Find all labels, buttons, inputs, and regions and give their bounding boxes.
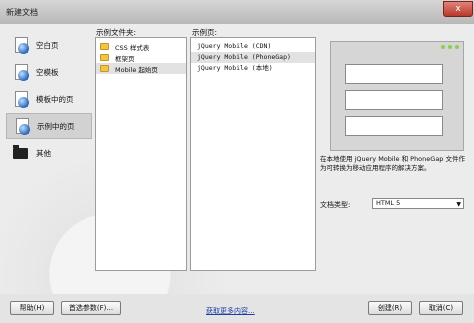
sidebar-item-label: 空白页 <box>36 40 59 50</box>
sidebar-item-label: 示例中的页 <box>37 121 75 131</box>
folder-icon <box>100 54 109 61</box>
folder-label: Mobile 起始页 <box>115 65 158 74</box>
get-more-content-link[interactable]: 获取更多内容... <box>206 306 255 316</box>
sidebar-item-blank-template[interactable]: 空模板 <box>6 59 92 85</box>
dialog-body: 空白页 空模板 模板中的页 示例中的页 其他 示例文件夹: CSS 样式表 框架… <box>0 24 474 294</box>
folder-icon <box>100 43 109 50</box>
help-button[interactable]: 帮助(H) <box>10 301 54 315</box>
folder-label: CSS 样式表 <box>115 43 150 52</box>
page-item-cdn[interactable]: jQuery Mobile (CDN) <box>191 41 315 52</box>
preview-window-controls <box>441 45 459 49</box>
cancel-button[interactable]: 取消(C) <box>419 301 463 315</box>
chevron-down-icon: ▼ <box>456 201 461 208</box>
folder-item-frames[interactable]: 框架页 <box>96 52 186 63</box>
preview-block <box>345 64 443 84</box>
sidebar-item-other[interactable]: 其他 <box>6 140 92 166</box>
layout-preview <box>330 41 464 151</box>
sample-folder-list: CSS 样式表 框架页 Mobile 起始页 <box>95 37 187 271</box>
blank-template-icon <box>12 63 30 81</box>
close-icon: x <box>455 4 461 14</box>
sidebar-item-label: 其他 <box>36 148 51 158</box>
close-button[interactable]: x <box>443 1 473 17</box>
sample-page-icon <box>13 117 31 135</box>
new-document-dialog: 新建文档 x 空白页 空模板 模板中的页 示例中的页 其他 示例文件夹: CSS… <box>0 0 474 323</box>
doctype-label: 文档类型: <box>320 201 351 209</box>
sidebar-item-template-page[interactable]: 模板中的页 <box>6 86 92 112</box>
page-item-local[interactable]: jQuery Mobile (本地) <box>191 63 315 74</box>
preview-block <box>345 116 443 136</box>
title-bar[interactable]: 新建文档 x <box>0 0 474 25</box>
sidebar-item-blank-page[interactable]: 空白页 <box>6 32 92 58</box>
folder-item-css[interactable]: CSS 样式表 <box>96 41 186 52</box>
page-description: 在本地使用 jQuery Mobile 和 PhoneGap 文件作为可转换为移… <box>320 155 465 172</box>
folder-item-mobile[interactable]: Mobile 起始页 <box>96 63 186 74</box>
doctype-value: HTML 5 <box>376 199 401 207</box>
other-folder-icon <box>12 144 30 162</box>
blank-page-icon <box>12 36 30 54</box>
template-page-icon <box>12 90 30 108</box>
preview-dot-icon <box>448 45 452 49</box>
create-button[interactable]: 创建(R) <box>368 301 412 315</box>
sidebar-item-label: 空模板 <box>36 67 59 77</box>
category-sidebar: 空白页 空模板 模板中的页 示例中的页 其他 <box>6 32 92 167</box>
sample-page-list: jQuery Mobile (CDN) jQuery Mobile (Phone… <box>190 37 316 271</box>
dialog-title: 新建文档 <box>6 8 38 17</box>
sidebar-item-sample-page[interactable]: 示例中的页 <box>6 113 92 139</box>
preview-dot-icon <box>441 45 445 49</box>
page-item-phonegap[interactable]: jQuery Mobile (PhoneGap) <box>191 52 315 63</box>
preferences-button[interactable]: 首选参数(F)... <box>61 301 121 315</box>
preview-dot-icon <box>455 45 459 49</box>
doctype-select[interactable]: HTML 5 ▼ <box>372 198 464 209</box>
folder-label: 框架页 <box>115 54 135 63</box>
sidebar-item-label: 模板中的页 <box>36 94 74 104</box>
folder-icon <box>100 65 109 72</box>
preview-block <box>345 90 443 110</box>
